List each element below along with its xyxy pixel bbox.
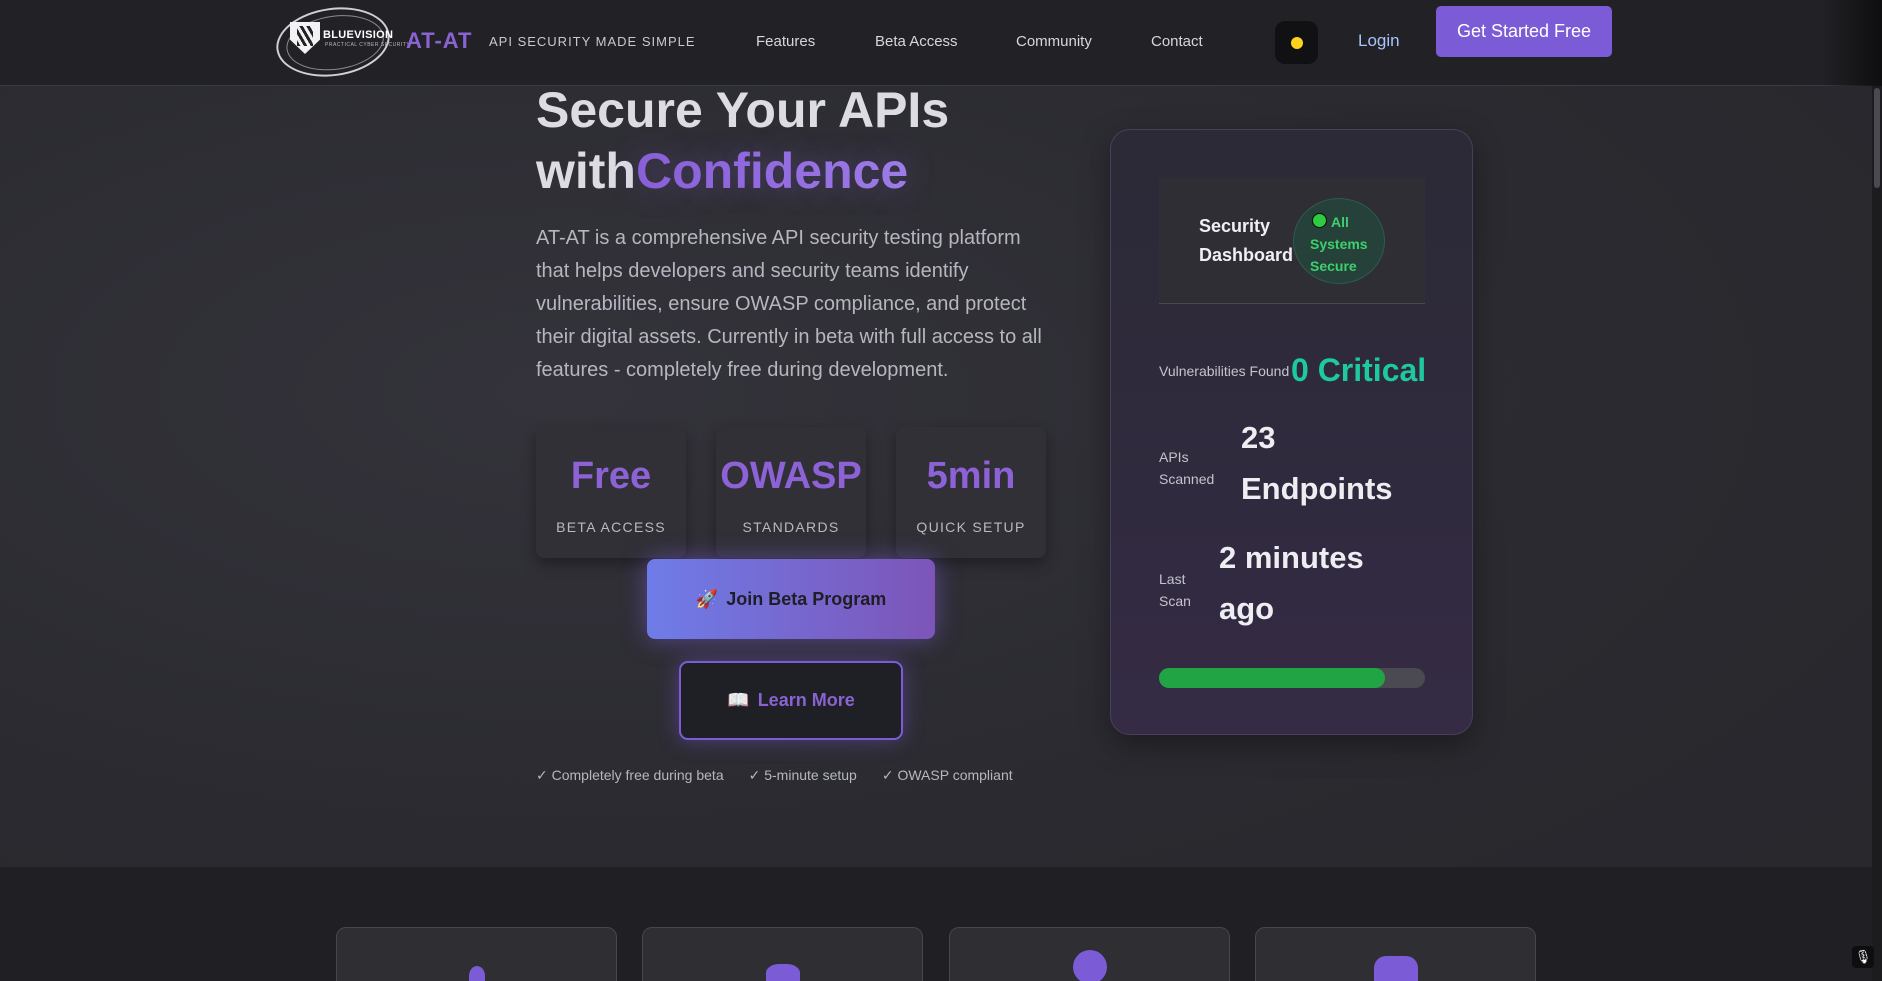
- feature-checks: ✓ Completely free during beta ✓ 5-minute…: [536, 767, 1013, 784]
- check-item: ✓ Completely free during beta: [536, 767, 724, 783]
- get-started-button[interactable]: Get Started Free: [1436, 6, 1612, 57]
- nav-link-features[interactable]: Features: [756, 33, 815, 50]
- nav-link-contact[interactable]: Contact: [1151, 33, 1203, 50]
- hero-title-accent: Confidence: [635, 143, 909, 199]
- scrollbar-thumb[interactable]: [1874, 88, 1880, 188]
- brand-name[interactable]: AT-AT: [406, 28, 473, 54]
- check-item: ✓ 5-minute setup: [748, 767, 857, 783]
- vulnerabilities-label: Vulnerabilities Found: [1159, 363, 1290, 379]
- status-badge: All Systems Secure: [1293, 198, 1385, 284]
- stat-card-setup: 5min QUICK SETUP: [896, 427, 1046, 558]
- stat-value: Free: [570, 455, 652, 497]
- box-icon: [1373, 956, 1418, 981]
- status-text: All Systems Secure: [1310, 214, 1368, 274]
- search-icon: [1072, 950, 1107, 981]
- features-section: [0, 867, 1882, 981]
- join-beta-label: Join Beta Program: [726, 588, 887, 609]
- hero-title: Secure Your APIs withConfidence: [536, 80, 1056, 202]
- hero-title-line1: Secure Your APIs: [536, 82, 950, 138]
- feature-card[interactable]: [642, 927, 923, 981]
- sun-icon: [1286, 32, 1307, 53]
- last-scan-label: Last Scan: [1159, 571, 1191, 609]
- hero-description: AT-AT is a comprehensive API security te…: [536, 227, 1042, 381]
- lock-icon: [765, 964, 800, 981]
- learn-more-button[interactable]: 📖 Learn More: [679, 661, 903, 740]
- stat-card-owasp: OWASP STANDARDS: [716, 427, 866, 558]
- theme-toggle-button[interactable]: [1275, 21, 1318, 64]
- microphone-icon[interactable]: 🎙: [1852, 946, 1874, 968]
- apis-scanned-value: 23 Endpoints: [1241, 420, 1393, 506]
- logo-name: BLUEVISION: [323, 29, 394, 41]
- vulnerabilities-value: 0 Critical: [1291, 352, 1427, 388]
- join-beta-button[interactable]: 🚀 Join Beta Program: [647, 559, 935, 639]
- feature-card[interactable]: [1255, 927, 1536, 981]
- stat-label: STANDARDS: [742, 519, 840, 535]
- page: BLUEVISION PRACTICAL CYBER SECURITY AT-A…: [0, 0, 1882, 981]
- nav-link-beta-access[interactable]: Beta Access: [875, 33, 958, 50]
- stat-value: OWASP: [720, 455, 862, 497]
- stat-value: 5min: [926, 455, 1016, 497]
- rocket-icon: [468, 966, 485, 981]
- scan-progress-bar: [1159, 668, 1425, 688]
- top-nav: BLUEVISION PRACTICAL CYBER SECURITY AT-A…: [0, 0, 1882, 86]
- feature-card[interactable]: [949, 927, 1230, 981]
- logo-subtitle: PRACTICAL CYBER SECURITY: [325, 42, 411, 48]
- page-scrollbar[interactable]: [1872, 86, 1882, 981]
- security-dashboard-card: Security Dashboard All Systems Secure Vu…: [1110, 129, 1473, 735]
- book-icon: 📖: [727, 690, 750, 710]
- nav-link-community[interactable]: Community: [1016, 33, 1092, 50]
- apis-scanned-label: APIs Scanned: [1159, 449, 1215, 487]
- scan-progress-fill: [1159, 668, 1386, 688]
- stat-card-beta: Free BETA ACCESS: [536, 427, 686, 558]
- nav-edge-shadow: [1822, 0, 1882, 86]
- last-scan-value: 2 minutes ago: [1219, 540, 1364, 626]
- hero-title-prefix: with: [536, 143, 636, 199]
- rocket-icon: 🚀: [695, 588, 719, 609]
- login-link[interactable]: Login: [1358, 31, 1400, 51]
- stat-label: BETA ACCESS: [556, 519, 666, 535]
- learn-more-label: Learn More: [757, 690, 855, 710]
- brand-tagline: API SECURITY MADE SIMPLE: [489, 34, 696, 49]
- stat-label: QUICK SETUP: [916, 519, 1026, 535]
- feature-card[interactable]: [336, 927, 617, 981]
- dashboard-title: Security Dashboard: [1199, 216, 1294, 265]
- dashboard-header: Security Dashboard All Systems Secure: [1159, 178, 1425, 304]
- check-item: ✓ OWASP compliant: [881, 767, 1013, 783]
